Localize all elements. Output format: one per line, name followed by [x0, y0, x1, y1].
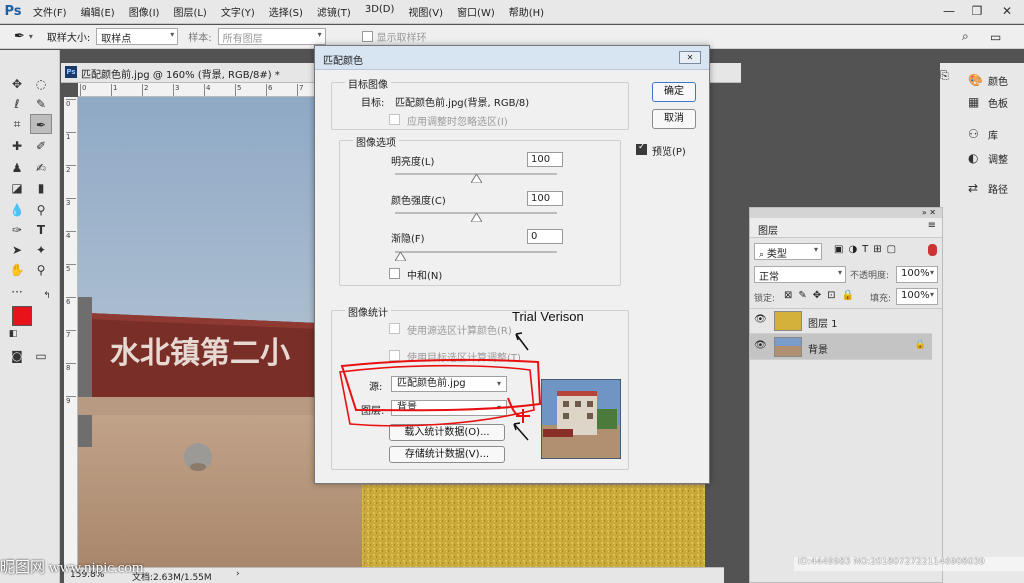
- trial-version-annotation: Trial Verison: [512, 309, 584, 324]
- watermark-right: ID:4449983 NO:20180727221146908039: [794, 557, 1024, 571]
- watermark-left: 昵图网 www.nipic.com: [0, 560, 144, 576]
- annotation-loop-2: [339, 364, 535, 427]
- annotation-overlay: Trial Verison: [339, 309, 584, 441]
- cursor-arrow-icon: [515, 332, 529, 351]
- cursor-arrow-icon: [513, 422, 529, 441]
